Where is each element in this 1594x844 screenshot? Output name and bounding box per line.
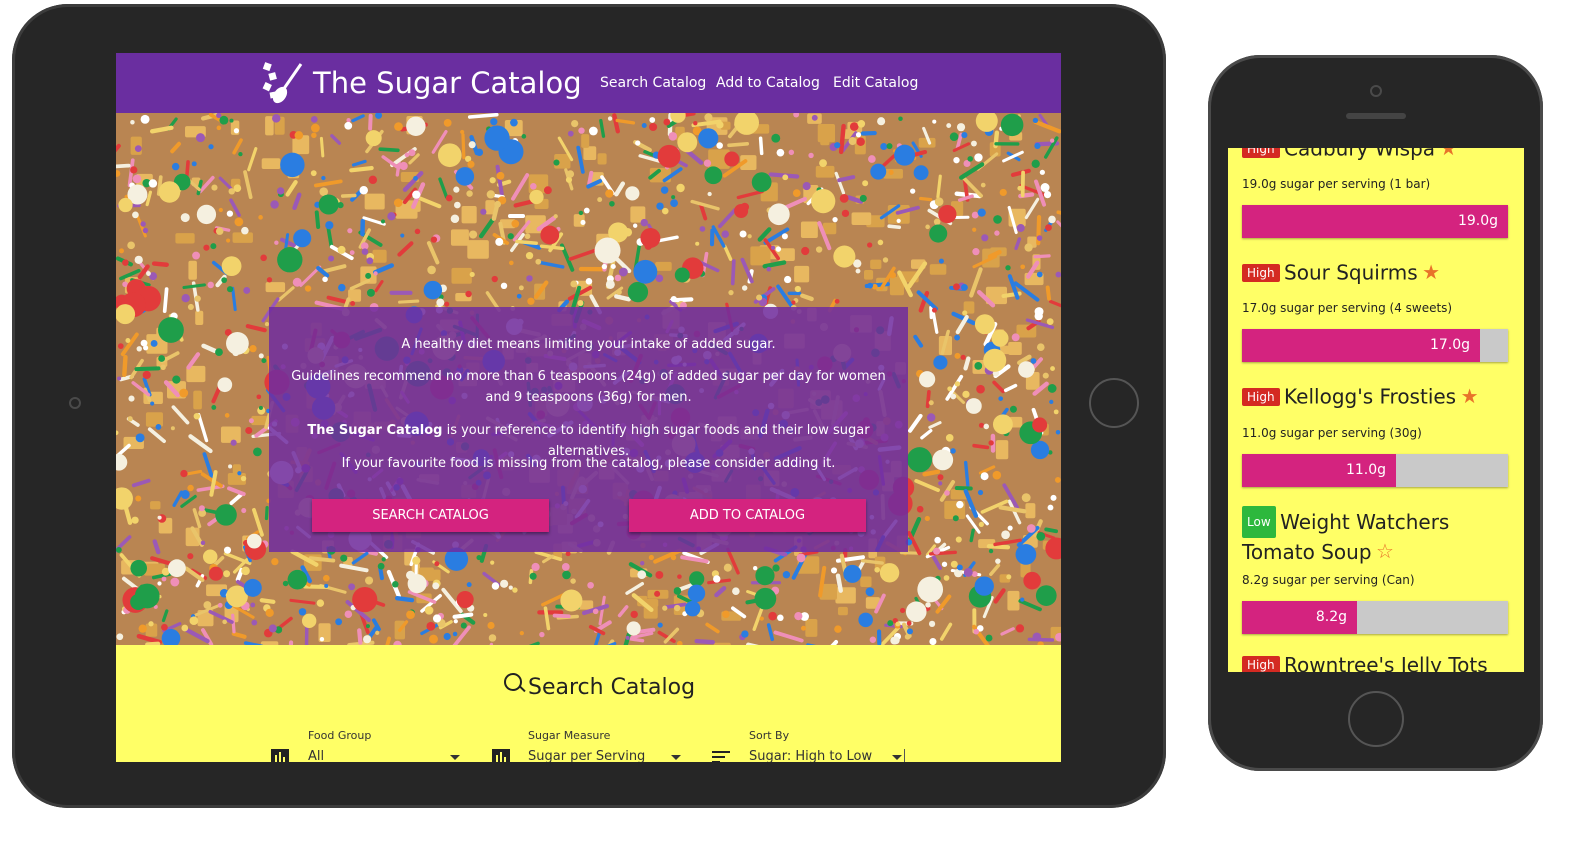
food-group-label: Food Group [308,729,372,742]
sugar-bar: 17.0g [1242,329,1508,362]
nav-add-to-catalog[interactable]: Add to Catalog [716,75,820,91]
sugar-bar-value: 17.0g [1429,337,1470,353]
favourite-star-icon[interactable]: ★ [1422,262,1440,284]
food-name[interactable]: Rowntree's Jelly Tots [1284,653,1488,672]
intro-line-1: A healthy diet means limiting your intak… [401,337,776,352]
sort-by-value: Sugar: High to Low [749,749,873,762]
intro-panel: A healthy diet means limiting your intak… [269,307,908,552]
sugar-bar-value: 8.2g [1315,609,1347,625]
tablet-screen: The Sugar Catalog Search Catalog Add to … [116,53,1061,762]
food-item[interactable]: High Sour Squirms ★ [1242,260,1510,285]
favourite-star-outline-icon[interactable]: ☆ [1376,541,1394,563]
bar-chart-icon [271,749,289,762]
intro-line-4: If your favourite food is missing from t… [341,456,836,471]
tablet-home-button[interactable] [1089,378,1139,428]
sugar-bar-row: 8.2g [1242,601,1510,634]
sugar-bar: 11.0g [1242,454,1508,487]
sugar-bar-value: 11.0g [1345,462,1386,478]
favourite-star-icon[interactable]: ★ [1461,386,1479,408]
sugar-spoon-logo-icon[interactable] [261,60,307,106]
intro-line-2: Guidelines recommend no more than 6 teas… [291,369,886,405]
phone-home-button[interactable] [1348,691,1404,747]
sugar-measure-value: Sugar per Serving [528,749,646,762]
search-heading: Search Catalog [504,673,696,700]
sugar-level-badge: High [1242,656,1280,672]
serving-info: 11.0g sugar per serving (30g) [1242,426,1422,440]
tablet-device: The Sugar Catalog Search Catalog Add to … [12,4,1166,808]
sort-by-select[interactable]: Sugar: High to Low [749,749,905,762]
search-catalog-button[interactable]: SEARCH CATALOG [312,499,549,532]
search-section: Search Catalog Food Group All Sugar Meas… [116,645,1061,762]
food-name[interactable]: Cadbury Wispa [1284,148,1435,161]
food-item[interactable]: High Cadbury Wispa ★ [1242,148,1510,161]
sugar-bar-row: 11.0g [1242,454,1510,487]
sugar-bar: 8.2g [1242,601,1508,634]
search-heading-text: Search Catalog [528,675,696,700]
sort-icon [712,751,730,762]
brand-title[interactable]: The Sugar Catalog [313,66,582,100]
nav-edit-catalog[interactable]: Edit Catalog [833,75,918,91]
top-navbar: The Sugar Catalog Search Catalog Add to … [116,53,1061,113]
serving-info: 17.0g sugar per serving (4 sweets) [1242,301,1453,315]
sugar-level-badge: High [1242,263,1280,282]
sort-by-label: Sort By [749,729,790,742]
food-item[interactable]: Low Weight Watchers Tomato Soup ☆ [1242,506,1510,566]
bar-chart-icon [492,749,510,762]
nav-search-catalog[interactable]: Search Catalog [600,75,706,91]
sugar-bar-row: 17.0g [1242,329,1510,362]
food-item[interactable]: High Rowntree's Jelly Tots [1242,653,1510,672]
search-icon [504,673,522,691]
sugar-measure-label: Sugar Measure [528,729,611,742]
sugar-level-badge: High [1242,148,1280,158]
food-name[interactable]: Kellogg's Frosties [1284,385,1456,409]
phone-screen: High Cadbury Wispa ★ 19.0g sugar per ser… [1228,148,1524,672]
phone-device: High Cadbury Wispa ★ 19.0g sugar per ser… [1208,55,1543,771]
tablet-camera [69,397,81,409]
chevron-down-icon [671,755,681,760]
sugar-level-badge: High [1242,387,1280,406]
food-group-value: All [308,749,325,762]
favourite-star-icon[interactable]: ★ [1439,148,1457,160]
hero-section: A healthy diet means limiting your intak… [116,113,1061,645]
sugar-bar-row: 19.0g [1242,205,1510,238]
sugar-measure-select[interactable]: Sugar per Serving [528,749,683,762]
intro-brand-bold: The Sugar Catalog [307,423,443,438]
sugar-bar-value: 19.0g [1457,213,1498,229]
sugar-bar: 19.0g [1242,205,1508,238]
phone-camera [1370,85,1382,97]
serving-info: 8.2g sugar per serving (Can) [1242,573,1415,587]
phone-speaker [1346,113,1406,119]
food-item[interactable]: High Kellogg's Frosties ★ [1242,384,1510,409]
sugar-level-badge: Low [1242,506,1276,538]
chevron-down-icon [450,755,460,760]
serving-info: 19.0g sugar per serving (1 bar) [1242,177,1431,191]
chevron-down-icon [892,755,902,760]
add-to-catalog-button[interactable]: ADD TO CATALOG [629,499,866,532]
food-group-select[interactable]: All [308,749,462,762]
food-name[interactable]: Sour Squirms [1284,261,1418,285]
